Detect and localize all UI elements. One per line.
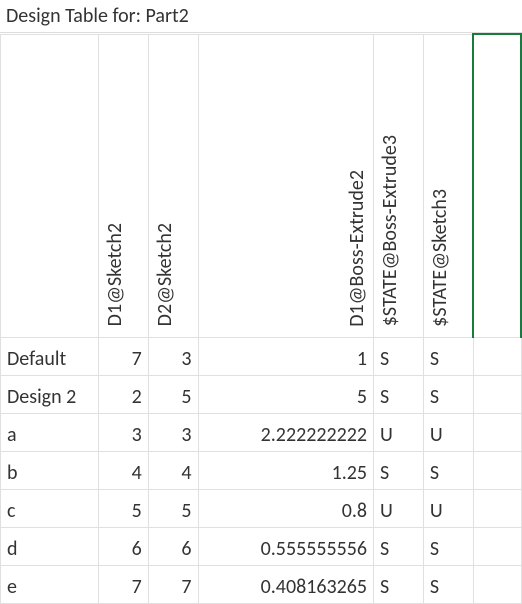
cell[interactable]: S: [423, 527, 473, 565]
config-name[interactable]: d: [1, 527, 99, 565]
cell[interactable]: 3: [148, 413, 198, 451]
col-header[interactable]: D2@Sketch2: [148, 34, 198, 337]
config-name[interactable]: Default: [1, 337, 99, 375]
config-name[interactable]: c: [1, 489, 99, 527]
page-title: Design Table for: Part2: [0, 0, 522, 33]
cell[interactable]: 5: [198, 375, 374, 413]
table-row: Default 7 3 1 S S: [1, 337, 522, 375]
col-header[interactable]: $STATE@Sketch3: [423, 34, 473, 337]
cell[interactable]: S: [423, 451, 473, 489]
config-name[interactable]: e: [1, 565, 99, 603]
cell[interactable]: S: [374, 451, 424, 489]
cell[interactable]: 1: [198, 337, 374, 375]
cell[interactable]: 1.25: [198, 451, 374, 489]
table-row: e 7 7 0.408163265 S S: [1, 565, 522, 603]
config-name[interactable]: Design 2: [1, 375, 99, 413]
cell[interactable]: 2.222222222: [198, 413, 374, 451]
table-row: Design 2 2 5 5 S S: [1, 375, 522, 413]
cell[interactable]: 5: [98, 489, 148, 527]
table-row: a 3 3 2.222222222 U U: [1, 413, 522, 451]
cell[interactable]: [473, 413, 521, 451]
cell[interactable]: U: [423, 413, 473, 451]
table-row: d 6 6 0.555555556 S S: [1, 527, 522, 565]
cell[interactable]: [473, 565, 521, 603]
cell[interactable]: [473, 337, 521, 375]
cell[interactable]: U: [423, 489, 473, 527]
cell[interactable]: 4: [98, 451, 148, 489]
cell[interactable]: 7: [98, 337, 148, 375]
cell[interactable]: S: [423, 337, 473, 375]
config-name[interactable]: b: [1, 451, 99, 489]
cell[interactable]: 6: [148, 527, 198, 565]
cell[interactable]: S: [423, 375, 473, 413]
cell[interactable]: U: [374, 413, 424, 451]
cell[interactable]: 0.408163265: [198, 565, 374, 603]
cell[interactable]: U: [374, 489, 424, 527]
header-row: D1@Sketch2 D2@Sketch2 D1@Boss-Extrude2 $…: [1, 34, 522, 337]
cell[interactable]: 5: [148, 375, 198, 413]
config-name[interactable]: a: [1, 413, 99, 451]
cell[interactable]: S: [374, 565, 424, 603]
cell[interactable]: [473, 375, 521, 413]
col-header[interactable]: D1@Boss-Extrude2: [198, 34, 374, 337]
cell[interactable]: 0.8: [198, 489, 374, 527]
cell[interactable]: S: [374, 527, 424, 565]
cell[interactable]: 7: [148, 565, 198, 603]
cell[interactable]: 6: [98, 527, 148, 565]
cell[interactable]: 4: [148, 451, 198, 489]
col-header[interactable]: $STATE@Boss-Extrude3: [374, 34, 424, 337]
cell[interactable]: [473, 527, 521, 565]
cell[interactable]: 2: [98, 375, 148, 413]
cell[interactable]: [473, 451, 521, 489]
cell[interactable]: 3: [148, 337, 198, 375]
design-table[interactable]: D1@Sketch2 D2@Sketch2 D1@Boss-Extrude2 $…: [0, 33, 522, 604]
cell[interactable]: 3: [98, 413, 148, 451]
cell[interactable]: 7: [98, 565, 148, 603]
selected-cell[interactable]: [473, 34, 521, 337]
table-row: c 5 5 0.8 U U: [1, 489, 522, 527]
cell[interactable]: S: [374, 337, 424, 375]
cell[interactable]: S: [374, 375, 424, 413]
header-blank[interactable]: [1, 34, 99, 337]
table-row: b 4 4 1.25 S S: [1, 451, 522, 489]
cell[interactable]: S: [423, 565, 473, 603]
cell[interactable]: 0.555555556: [198, 527, 374, 565]
cell[interactable]: 5: [148, 489, 198, 527]
col-header[interactable]: D1@Sketch2: [98, 34, 148, 337]
cell[interactable]: [473, 489, 521, 527]
